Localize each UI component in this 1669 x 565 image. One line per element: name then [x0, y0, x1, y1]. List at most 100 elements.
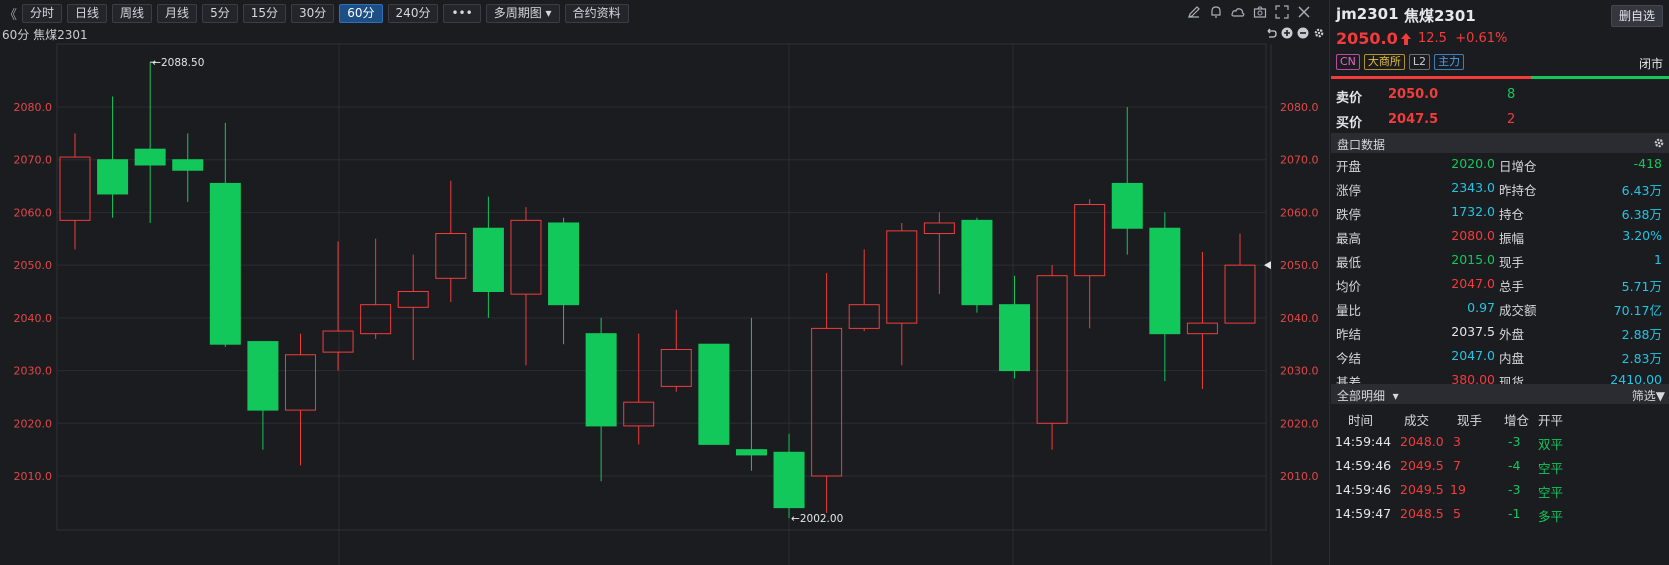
chart-panel: 2010.0 2010.0 2020.0 2020.0 2030.0 2030.0 2040…: [0, 0, 1329, 565]
candle-up: [848, 304, 880, 329]
y-tick-label-left: 2080.0: [14, 101, 53, 114]
candle-up: [660, 348, 692, 387]
stats-row: 最高 2080.0 振幅 3.20%: [1330, 225, 1668, 247]
y-tick-label-left: 2070.0: [14, 154, 53, 167]
chevron-down-icon: ▾: [1388, 389, 1399, 403]
contract-info-button[interactable]: 合约资料: [564, 3, 629, 23]
stat-label: 开盘: [1336, 159, 1362, 174]
price-change: 12.5 +0.61%: [1418, 31, 1507, 46]
chart-title: 60分 焦煤2301: [2, 26, 88, 42]
candle-up: [284, 354, 316, 411]
tag-l2: L2: [1408, 54, 1431, 70]
stat-value: 0.97: [1467, 300, 1495, 315]
ratio-bar-down: [1531, 76, 1669, 79]
period-tab-240m[interactable]: 240分: [387, 3, 439, 23]
undo-icon[interactable]: [1265, 27, 1277, 39]
candle-down: [472, 227, 504, 292]
orderbook-section-title: 盘口数据: [1337, 138, 1386, 152]
close-icon[interactable]: [1297, 5, 1311, 19]
settings-gear-icon[interactable]: [1653, 137, 1665, 149]
trade-row: 14:59:46 2049.5 7 -4 空平: [1330, 454, 1668, 478]
period-tab-day[interactable]: 日线: [67, 3, 108, 23]
stats-row: 今结 2047.0 内盘 2.83万: [1330, 345, 1668, 367]
candle-up: [1186, 322, 1218, 335]
collapse-icon[interactable]: 《: [4, 4, 17, 23]
candle-up: [923, 222, 955, 235]
y-tick-label-right: 2050.0: [1280, 259, 1319, 272]
period-tab-intraday[interactable]: 分时: [22, 3, 63, 23]
stat-label: 日增仓: [1499, 159, 1537, 174]
contract-tags: CN 大商所 L2 主力: [1336, 54, 1465, 70]
stat-label: 涨停: [1336, 183, 1362, 198]
trade-row: 14:59:44 2048.0 3 -3 双平: [1330, 430, 1668, 454]
settings-gear-icon[interactable]: [1313, 27, 1325, 39]
tag-cn: CN: [1336, 54, 1360, 70]
stats-row: 均价 2047.0 总手 5.71万: [1330, 273, 1668, 295]
y-tick-label-right: 2030.0: [1280, 365, 1319, 378]
trades-section-title[interactable]: 全部明细 ▾: [1337, 387, 1399, 404]
period-tab-30m[interactable]: 30分: [290, 3, 335, 23]
trade-row: 14:59:46 2049.5 19 -3 空平: [1330, 478, 1668, 502]
stat-value: 2047.0: [1451, 276, 1495, 291]
trade-price: 2049.5: [1400, 482, 1444, 497]
bid-qty: 2: [1507, 112, 1516, 127]
period-tab-week[interactable]: 周线: [112, 3, 153, 23]
candle-down: [1149, 227, 1181, 335]
kline-chart[interactable]: 2010.0 2010.0 2020.0 2020.0 2030.0 2030.0 2040…: [0, 0, 1329, 565]
candle-down: [999, 304, 1031, 372]
trade-price: 2048.5: [1400, 506, 1444, 521]
stat-value: 1: [1654, 252, 1662, 267]
stat-label: 持仓: [1499, 207, 1525, 222]
trade-volume: 5: [1453, 506, 1461, 521]
period-tab-5m[interactable]: 5分: [202, 3, 238, 23]
more-periods-button[interactable]: •••: [443, 3, 481, 23]
stat-value: 2037.5: [1451, 324, 1495, 339]
stat-label: 昨持仓: [1499, 183, 1537, 198]
period-tab-60m[interactable]: 60分: [339, 3, 383, 23]
remove-watchlist-button[interactable]: 删自选: [1611, 5, 1663, 27]
y-tick-label-right: 2080.0: [1280, 101, 1319, 114]
contract-name: 焦煤2301: [1404, 7, 1476, 25]
stat-label: 跌停: [1336, 207, 1362, 222]
bell-icon[interactable]: [1209, 5, 1223, 19]
zoom-out-icon[interactable]: [1297, 27, 1309, 39]
stat-label: 最高: [1336, 231, 1362, 246]
stat-label: 昨结: [1336, 327, 1362, 342]
candle-down: [209, 182, 241, 345]
header-type: 开平: [1538, 413, 1564, 428]
y-tick-label-left: 2060.0: [14, 206, 53, 219]
trade-type: 双平: [1538, 437, 1564, 452]
buy-sell-ratio-bar: [1331, 76, 1669, 79]
last-price: 2050.0: [1336, 29, 1398, 48]
candle-down: [172, 159, 204, 171]
filter-button[interactable]: 筛选▼: [1632, 387, 1665, 404]
chevron-down-icon: ▾: [545, 5, 552, 20]
y-tick-label-right: 2070.0: [1280, 154, 1319, 167]
stats-row: 涨停 2343.0 昨持仓 6.43万: [1330, 177, 1668, 199]
candle-up: [360, 304, 392, 335]
trades-header-row: 时间 成交 现手 增仓 开平: [1330, 406, 1668, 428]
y-tick-label-right: 2060.0: [1280, 206, 1319, 219]
stats-row: 昨结 2037.5 外盘 2.88万: [1330, 321, 1668, 343]
stat-value: 3.20%: [1622, 228, 1662, 243]
trade-volume: 19: [1450, 482, 1466, 497]
ask-row: 卖价 2050.0 8: [1336, 85, 1666, 106]
multi-period-dropdown[interactable]: 多周期图 ▾: [485, 3, 560, 23]
period-toolbar: 《 分时 日线 周线 月线 5分 15分 30分 60分 240分 ••• 多周…: [0, 0, 1329, 26]
filter-icon: ▼: [1655, 389, 1665, 403]
candle-down: [735, 449, 767, 456]
stat-value: 6.38万: [1621, 207, 1662, 222]
stat-label: 现手: [1499, 255, 1525, 270]
last-price-marker-icon: [1264, 261, 1271, 270]
fullscreen-icon[interactable]: [1275, 5, 1289, 19]
cloud-icon[interactable]: [1231, 5, 1245, 19]
zoom-in-icon[interactable]: [1281, 27, 1293, 39]
camera-icon[interactable]: [1253, 5, 1267, 19]
pen-icon[interactable]: [1187, 5, 1201, 19]
period-tab-month[interactable]: 月线: [157, 3, 198, 23]
candle-up: [1224, 264, 1256, 324]
header-oi: 增仓: [1504, 413, 1530, 428]
period-tab-15m[interactable]: 15分: [242, 3, 286, 23]
candle-up: [59, 156, 91, 221]
trade-oi: -4: [1508, 458, 1521, 473]
